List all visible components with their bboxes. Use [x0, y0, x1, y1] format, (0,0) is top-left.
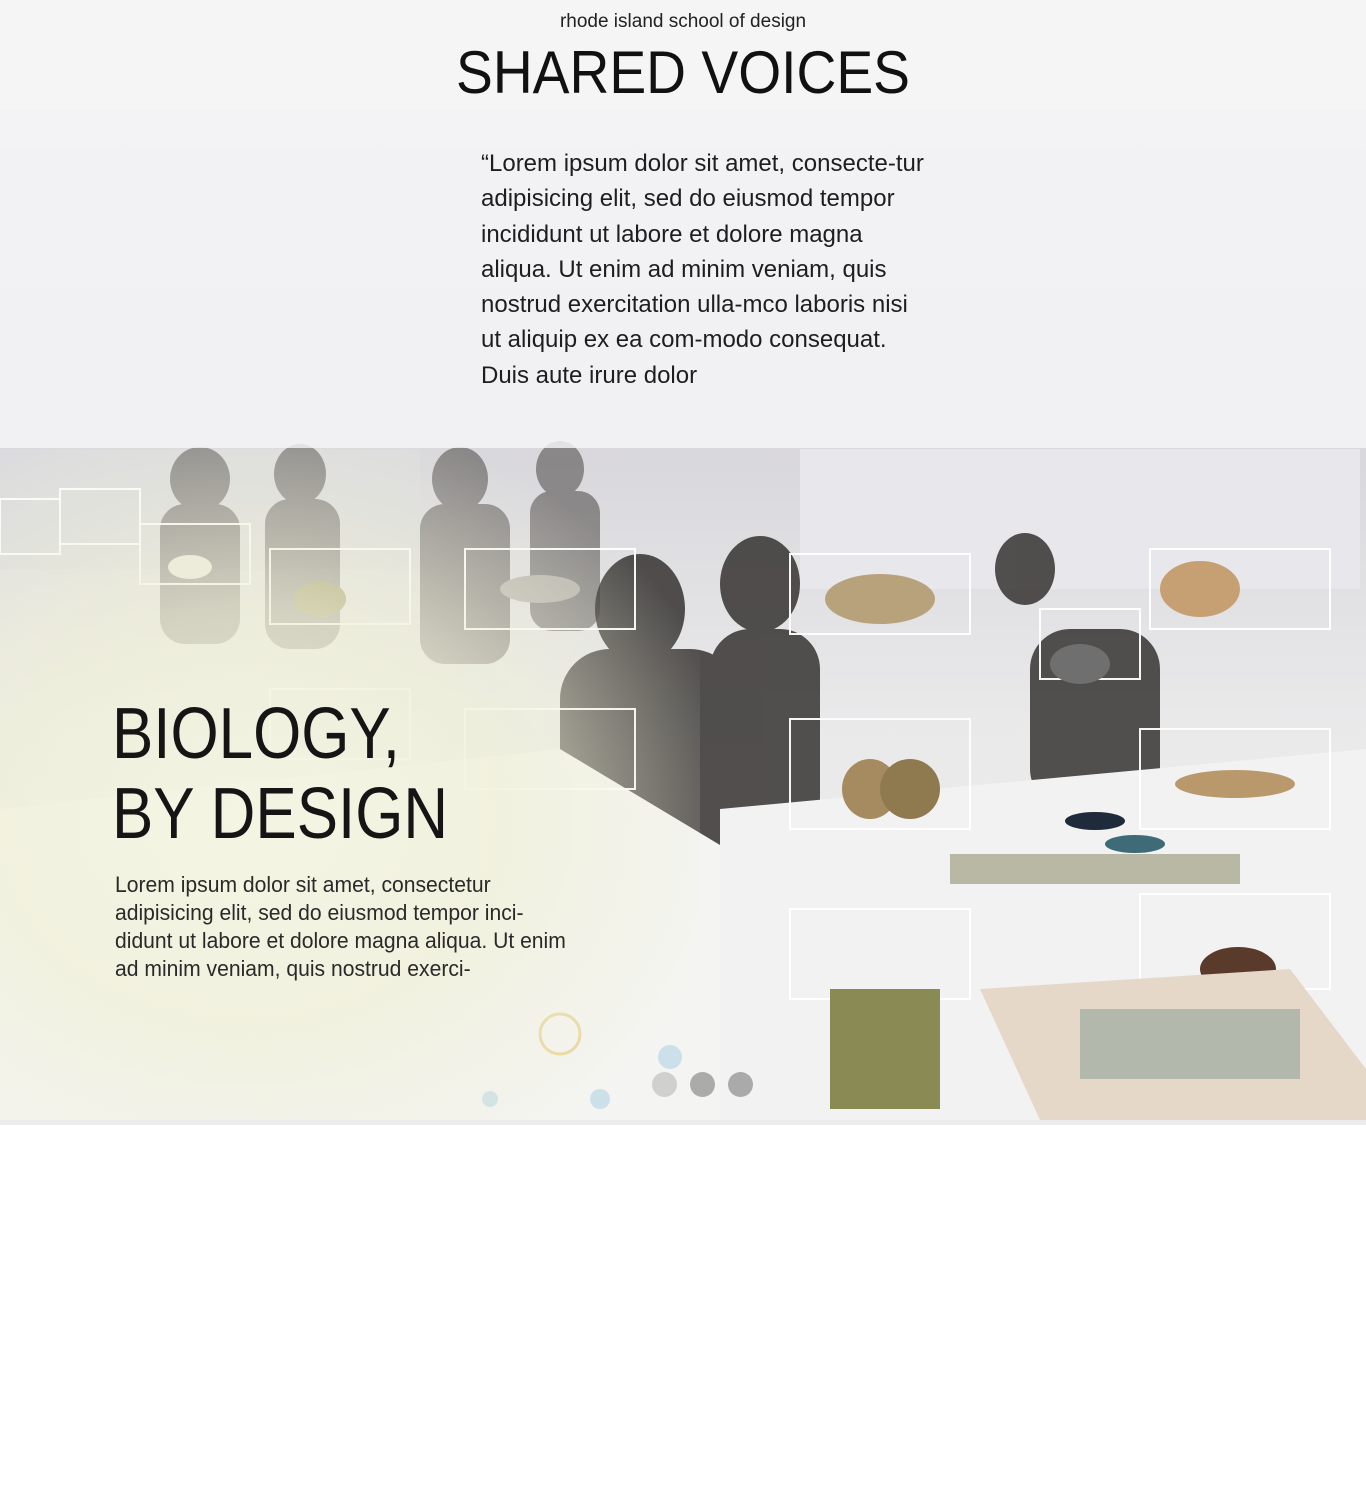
carousel-indicators	[652, 1072, 762, 1098]
slide-title: BIOLOGY, BY DESIGN	[112, 694, 448, 854]
carousel-dot-2[interactable]	[690, 1072, 715, 1097]
testimonial-quote: “Lorem ipsum dolor sit amet, consecte-tu…	[481, 150, 924, 389]
slide-title-line-2: BY DESIGN	[112, 774, 449, 854]
carousel-dot-3[interactable]	[728, 1072, 753, 1097]
carousel-dot-1[interactable]	[652, 1072, 677, 1097]
site-title: SHARED VOICES	[456, 39, 910, 106]
slide-description: Lorem ipsum dolor sit amet, consectetur …	[115, 872, 566, 981]
org-name: rhode island school of design	[559, 11, 807, 32]
site-header: rhode island school of design SHARED VOI…	[0, 0, 1366, 109]
section-divider	[0, 1120, 1366, 1125]
slide-title-line-1: BIOLOGY,	[112, 694, 400, 774]
